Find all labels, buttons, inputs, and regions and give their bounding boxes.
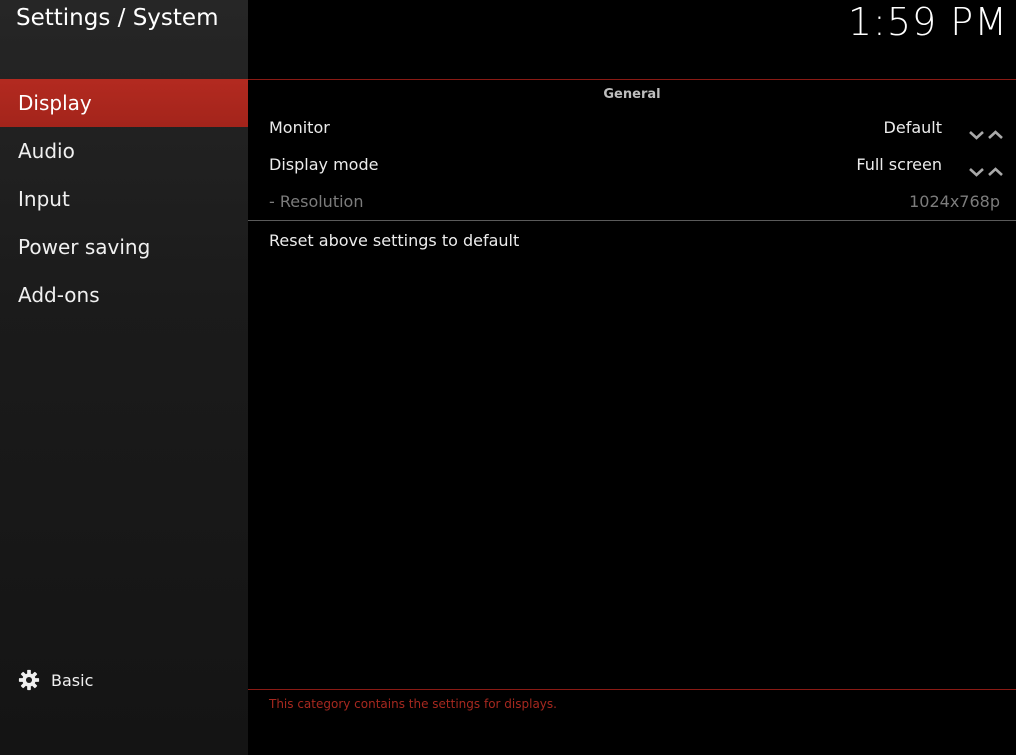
sidebar-item-power-saving[interactable]: Power saving: [0, 223, 248, 271]
sidebar: Settings / System Display Audio Input Po…: [0, 0, 248, 755]
chevron-down-icon[interactable]: [968, 119, 985, 140]
setting-display-mode[interactable]: Display mode Full screen: [269, 146, 1003, 183]
category-list: Display Audio Input Power saving Add-ons: [0, 79, 248, 319]
header-divider: [248, 79, 1016, 80]
setting-resolution: - Resolution 1024x768p: [269, 183, 1000, 220]
reset-settings-button[interactable]: Reset above settings to default: [269, 222, 1000, 259]
sidebar-item-display[interactable]: Display: [0, 79, 248, 127]
gear-icon: [18, 669, 40, 691]
setting-value: 1024x768p: [909, 192, 1000, 211]
setting-value: Default: [883, 118, 942, 137]
clock: 1:59 PM: [847, 0, 1008, 44]
category-description: This category contains the settings for …: [269, 697, 557, 711]
setting-value: Full screen: [856, 155, 942, 174]
settings-window: Settings / System Display Audio Input Po…: [0, 0, 1016, 755]
chevron-down-icon[interactable]: [968, 156, 985, 177]
footer-divider: [248, 689, 1016, 690]
setting-label: Monitor: [269, 118, 330, 137]
group-header: General: [603, 87, 661, 102]
section-divider: [248, 220, 1016, 221]
sidebar-item-input[interactable]: Input: [0, 175, 248, 223]
spinner-control[interactable]: [968, 156, 1004, 177]
setting-monitor[interactable]: Monitor Default: [269, 109, 1003, 146]
spinner-control[interactable]: [968, 119, 1004, 140]
settings-level-label: Basic: [51, 670, 94, 690]
settings-level-button[interactable]: Basic: [18, 668, 93, 692]
setting-label: - Resolution: [269, 192, 364, 211]
sidebar-item-add-ons[interactable]: Add-ons: [0, 271, 248, 319]
sidebar-item-audio[interactable]: Audio: [0, 127, 248, 175]
setting-label: Display mode: [269, 155, 379, 174]
reset-label: Reset above settings to default: [269, 231, 520, 250]
chevron-up-icon[interactable]: [987, 119, 1004, 139]
chevron-up-icon[interactable]: [987, 156, 1004, 176]
page-title: Settings / System: [16, 5, 219, 31]
